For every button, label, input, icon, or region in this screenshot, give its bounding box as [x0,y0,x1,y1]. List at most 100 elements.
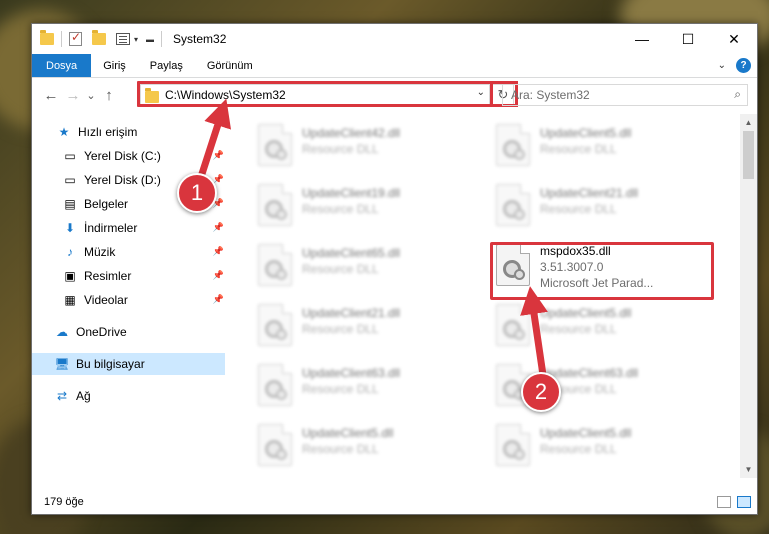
new-folder-icon[interactable] [92,30,106,45]
sidebar-item-quick-access[interactable]: ★ Hızlı erişim [56,121,226,143]
window-controls: — ☐ ✕ [619,24,757,54]
list-item[interactable]: UpdateClient5.dll Resource DLL [490,300,720,356]
list-item[interactable]: UpdateClient63.dll Resource DLL [252,360,482,416]
tab-share[interactable]: Paylaş [138,54,195,77]
dll-file-icon [496,304,530,346]
file-type: Resource DLL [302,442,379,456]
sidebar-item-network[interactable]: ⇄ Ağ [54,385,224,407]
file-name: UpdateClient5.dll [540,306,632,320]
tiles-view-icon[interactable] [737,496,751,508]
divider [161,31,163,47]
search-placeholder: Ara: System32 [511,88,590,102]
scrollbar-thumb[interactable] [743,131,754,179]
download-icon: ⬇ [64,221,76,235]
tab-view[interactable]: Görünüm [195,54,265,77]
computer-icon: 🖥 [54,357,70,371]
dll-file-icon [258,184,292,226]
back-arrow-icon[interactable]: ← [40,87,62,104]
list-item[interactable]: UpdateClient5.dll Resource DLL [490,420,720,476]
dropdown-icon[interactable]: ▾ [134,35,138,44]
scroll-down-icon[interactable]: ▼ [740,461,757,478]
sidebar-item-this-pc[interactable]: 🖥 Bu bilgisayar [32,353,225,375]
video-icon: ▦ [64,293,76,307]
customize-toolbar-icon[interactable] [116,33,130,45]
file-list: UpdateClient42.dll Resource DLL UpdateCli… [228,114,740,494]
pin-icon[interactable]: 📌 [213,270,224,281]
close-button[interactable]: ✕ [711,24,757,54]
vertical-scrollbar[interactable]: ▲ ▼ [740,114,757,478]
list-item[interactable]: UpdateClient42.dll Resource DLL [252,120,482,176]
step-2-badge: 2 [521,372,561,412]
dll-file-icon [258,424,292,466]
address-highlight-box [137,81,493,107]
sidebar-item-local-disk-c[interactable]: ▭ Yerel Disk (C:) 📌 [62,145,224,167]
dll-file-icon [496,124,530,166]
file-type: Resource DLL [302,202,379,216]
help-icon[interactable]: ? [736,58,751,73]
list-item[interactable]: UpdateClient21.dll Resource DLL [490,180,720,236]
toolbar-overflow-icon[interactable]: ▬ [146,35,154,44]
window-title: System32 [173,32,227,46]
search-icon: ⌕ [734,87,741,101]
recent-locations-chevron-icon[interactable]: ⌄ [84,89,98,102]
properties-check-icon[interactable] [69,30,82,46]
sidebar-item-label: Ağ [76,389,91,403]
divider [61,31,62,47]
sidebar-item-videos[interactable]: ▦ Videolar 📌 [62,289,224,311]
file-name: UpdateClient21.dll [540,186,639,200]
cloud-icon: ☁ [56,325,68,339]
up-arrow-icon[interactable]: ↑ [98,87,120,104]
sidebar-item-label: Müzik [84,245,116,259]
explorer-window: ▾ ▬ System32 — ☐ ✕ Dosya Giriş Paylaş Gö… [31,23,758,515]
file-name: UpdateClient5.dll [302,426,394,440]
pin-icon[interactable]: 📌 [213,222,224,233]
dll-file-icon [258,124,292,166]
sidebar-item-pictures[interactable]: ▣ Resimler 📌 [62,265,224,287]
music-icon: ♪ [67,245,73,259]
document-icon: ▤ [64,197,76,211]
expand-ribbon-chevron-icon[interactable]: ⌄ [718,60,726,71]
forward-arrow-icon[interactable]: → [62,87,84,104]
file-type: Resource DLL [540,202,617,216]
dll-file-icon [258,304,292,346]
file-type: Resource DLL [302,262,379,276]
sidebar-item-label: Belgeler [84,197,129,211]
sidebar-item-onedrive[interactable]: ☁ OneDrive [54,321,224,343]
list-item[interactable]: UpdateClient5.dll Resource DLL [252,420,482,476]
list-item[interactable]: UpdateClient5.dll Resource DLL [490,120,720,176]
file-type: Resource DLL [540,442,617,456]
folder-icon [40,30,54,45]
dll-file-icon [258,364,292,406]
pin-icon[interactable]: 📌 [213,294,224,305]
sidebar-item-label: Bu bilgisayar [76,357,145,371]
file-type: Resource DLL [540,322,617,336]
file-type: Resource DLL [302,382,379,396]
sidebar-item-label: Resimler [84,269,132,283]
sidebar-item-label: Hızlı erişim [78,125,138,139]
minimize-button[interactable]: — [619,24,665,54]
sidebar-item-downloads[interactable]: ⬇ İndirmeler 📌 [62,217,224,239]
pin-icon[interactable]: 📌 [213,246,224,257]
list-item[interactable]: UpdateClient21.dll Resource DLL [252,300,482,356]
pin-icon[interactable]: 📌 [213,150,224,161]
list-item[interactable]: UpdateClient65.dll Resource DLL [252,240,482,296]
tab-file[interactable]: Dosya [32,54,92,77]
tab-home[interactable]: Giriş [91,54,138,77]
status-bar: 179 öğe [32,490,757,514]
ribbon-right: ⌄ ? [718,58,751,73]
file-name: UpdateClient21.dll [302,306,401,320]
file-name: UpdateClient5.dll [540,426,632,440]
file-name: UpdateClient63.dll [302,366,401,380]
search-input[interactable]: Ara: System32 ⌕ [502,84,748,106]
file-name: UpdateClient65.dll [302,246,401,260]
sidebar-item-label: Yerel Disk (D:) [84,173,161,187]
scroll-up-icon[interactable]: ▲ [740,114,757,131]
file-name: UpdateClient5.dll [540,126,632,140]
dll-file-icon [496,424,530,466]
details-view-icon[interactable] [717,496,731,508]
file-type: Resource DLL [540,142,617,156]
file-name: UpdateClient42.dll [302,126,401,140]
maximize-button[interactable]: ☐ [665,24,711,54]
sidebar-item-music[interactable]: ♪ Müzik 📌 [62,241,224,263]
list-item[interactable]: UpdateClient19.dll Resource DLL [252,180,482,236]
